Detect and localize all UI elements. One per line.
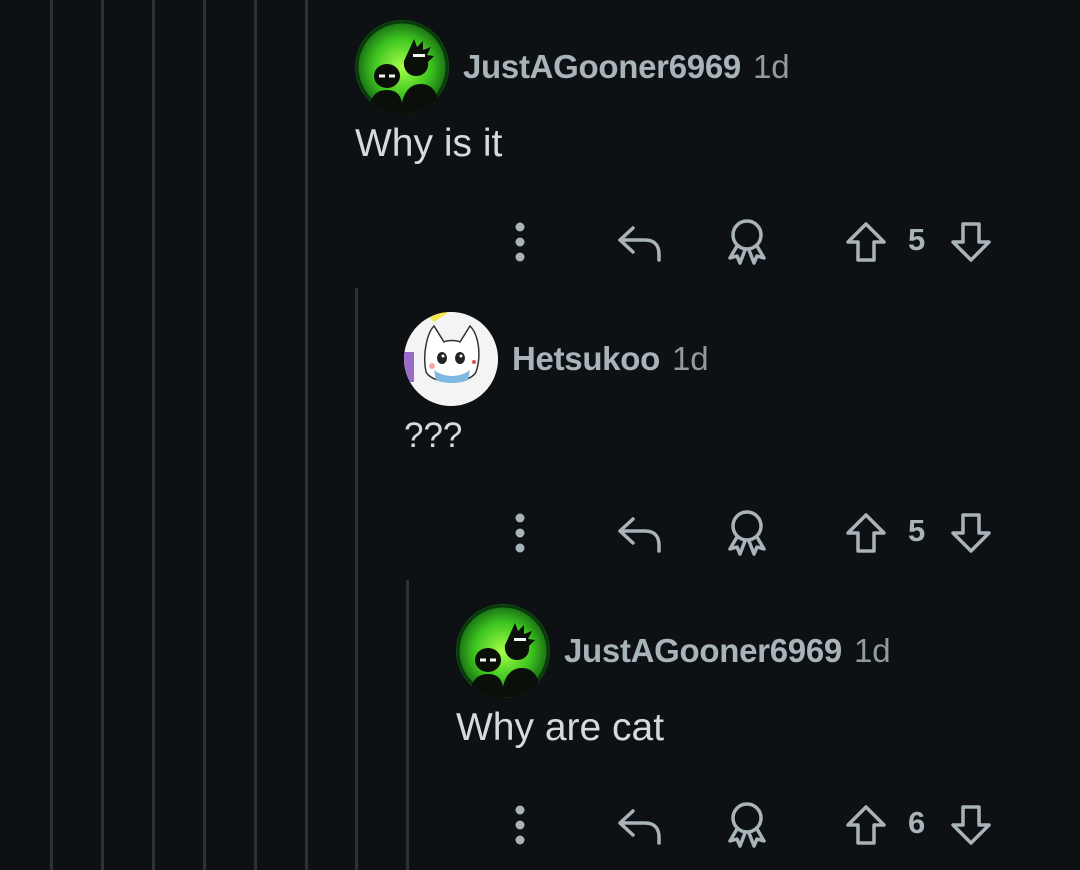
- reply-icon[interactable]: [613, 503, 665, 563]
- thread-line[interactable]: [355, 288, 358, 870]
- comment-actions: 6: [0, 795, 1080, 855]
- avatar[interactable]: [456, 604, 550, 698]
- award-icon[interactable]: [722, 503, 772, 563]
- thread-line: [305, 0, 308, 870]
- thread-line: [50, 0, 53, 870]
- downvote-arrow-icon[interactable]: [947, 212, 995, 272]
- upvote-arrow-icon[interactable]: [842, 212, 890, 272]
- comment-body: Why is it: [355, 122, 503, 165]
- vote-count: 6: [908, 805, 926, 840]
- downvote-arrow-icon[interactable]: [947, 795, 995, 855]
- upvote-arrow-icon[interactable]: [842, 795, 890, 855]
- avatar[interactable]: [355, 20, 449, 114]
- username[interactable]: JustAGooner6969: [564, 632, 842, 670]
- timestamp: 1d: [853, 632, 891, 669]
- more-vertical-icon[interactable]: [508, 503, 532, 563]
- comment-header: JustAGooner6969 1d: [355, 20, 1055, 114]
- comment-body: Why are cat: [456, 706, 665, 749]
- thread-line: [254, 0, 257, 870]
- thread-line: [101, 0, 104, 870]
- thread-line: [203, 0, 206, 870]
- vote-count: 5: [908, 222, 926, 257]
- downvote-arrow-icon[interactable]: [947, 503, 995, 563]
- username[interactable]: Hetsukoo: [512, 340, 660, 378]
- comment-header: JustAGooner6969 1d: [456, 604, 1056, 698]
- username[interactable]: JustAGooner6969: [463, 48, 741, 86]
- upvote-arrow-icon[interactable]: [842, 503, 890, 563]
- more-vertical-icon[interactable]: [508, 795, 532, 855]
- comment: JustAGooner6969 1d Why are cat: [456, 604, 1056, 750]
- award-icon[interactable]: [722, 212, 772, 272]
- comment: JustAGooner6969 1d Why is it: [355, 20, 1055, 166]
- more-vertical-icon[interactable]: [508, 212, 532, 272]
- avatar[interactable]: [404, 312, 498, 406]
- comment-actions: 5: [0, 212, 1080, 272]
- comment-body: ???: [404, 416, 463, 455]
- award-icon[interactable]: [722, 795, 772, 855]
- timestamp: 1d: [671, 340, 709, 377]
- reply-icon[interactable]: [613, 795, 665, 855]
- timestamp: 1d: [752, 48, 790, 85]
- comment-header: Hetsukoo 1d: [404, 312, 1054, 406]
- comment: Hetsukoo 1d ???: [404, 312, 1054, 456]
- thread-line: [152, 0, 155, 870]
- reply-icon[interactable]: [613, 212, 665, 272]
- comment-actions: 5: [0, 503, 1080, 563]
- vote-count: 5: [908, 513, 926, 548]
